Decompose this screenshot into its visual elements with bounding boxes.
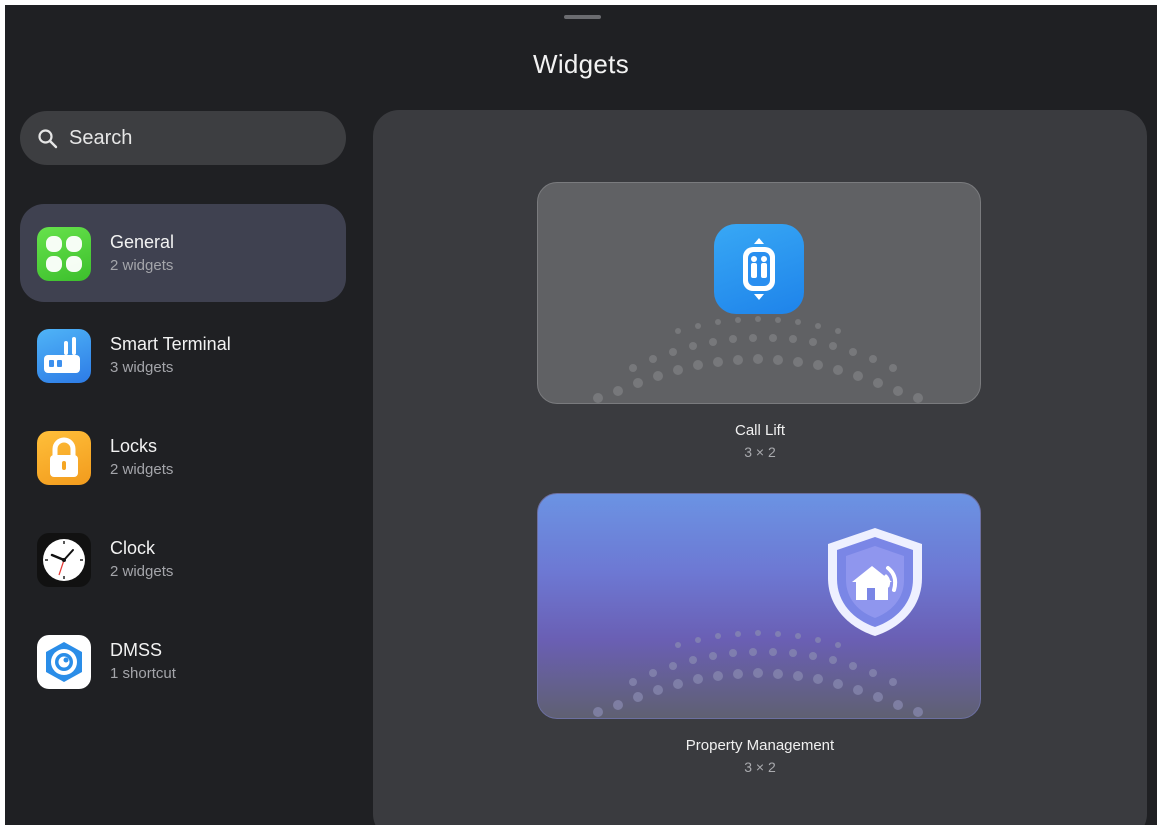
category-count: 2 widgets [110,461,174,478]
category-name: Smart Terminal [110,334,231,354]
category-count: 2 widgets [110,257,174,274]
widget-card-call-lift[interactable] [537,182,981,404]
lock-icon [37,431,91,485]
shield-house-phone-icon [828,528,922,636]
search-placeholder: Search [69,127,133,149]
category-name: General [110,232,175,252]
smart-terminal-icon [37,329,91,383]
clock-icon [37,533,91,587]
search-icon [38,129,58,149]
category-name: Clock [110,538,156,558]
widget-name: Call Lift [734,422,786,439]
page-title: Widgets [532,49,630,79]
category-item-locks[interactable]: Locks 2 widgets [20,408,346,506]
widget-card-property-management[interactable] [537,493,981,719]
dmss-icon [37,635,91,689]
category-name: Locks [110,436,158,456]
category-item-dmss[interactable]: DMSS 1 shortcut [20,612,346,710]
category-count: 1 shortcut [110,665,176,682]
search-input[interactable]: Search [20,111,346,165]
category-count: 2 widgets [110,563,174,580]
elevator-icon [714,224,804,314]
widget-preview-panel: Call Lift 3 × 2 Property Management 3 × … [373,110,1147,825]
category-count: 3 widgets [110,359,174,376]
widget-size: 3 × 2 [744,444,776,460]
drag-handle[interactable] [564,15,601,19]
general-grid-icon [37,227,91,281]
category-item-clock[interactable]: Clock 2 widgets [20,510,346,608]
category-item-general[interactable]: General 2 widgets [20,204,346,302]
widget-size: 3 × 2 [744,759,776,775]
widget-name: Property Management [685,737,835,754]
category-name: DMSS [110,640,163,660]
category-item-smart-terminal[interactable]: Smart Terminal 3 widgets [20,306,346,404]
widgets-screen: Widgets Search General 2 widgets Smart T… [5,5,1157,825]
